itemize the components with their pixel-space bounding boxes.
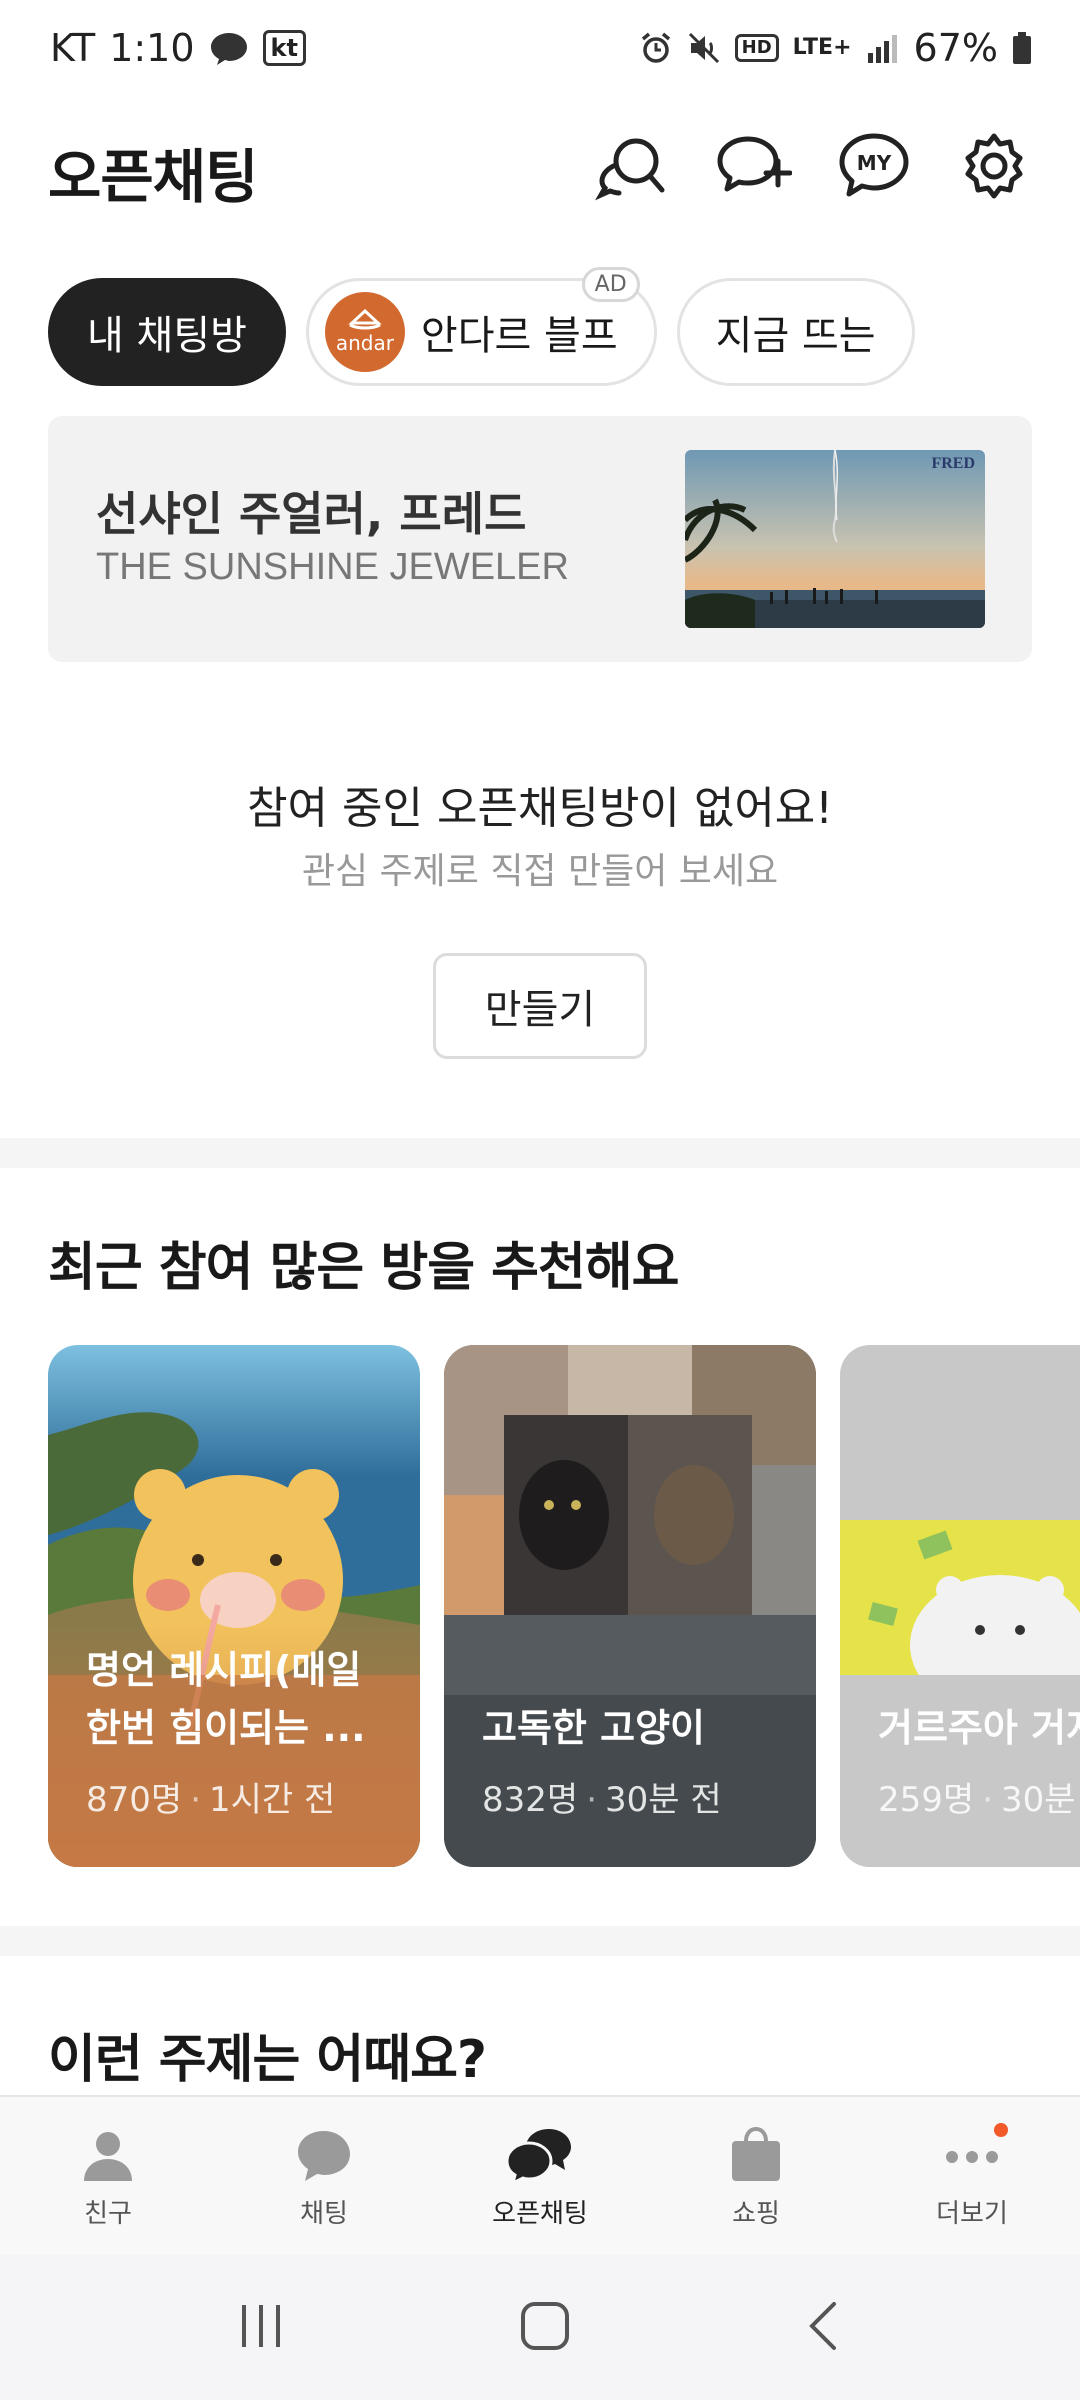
banner-subtitle: THE SUNSHINE JEWELER bbox=[96, 546, 569, 588]
nav-shopping-label: 쇼핑 bbox=[732, 2199, 780, 2229]
battery-percent: 67% bbox=[913, 26, 998, 70]
nav-openchat[interactable]: 오픈채팅 bbox=[432, 2097, 648, 2255]
battery-icon bbox=[1012, 32, 1032, 64]
my-profile-icon[interactable]: MY bbox=[834, 126, 914, 206]
page-title: 오픈채팅 bbox=[48, 143, 258, 211]
talk-bubble-icon bbox=[209, 31, 249, 65]
signal-icon bbox=[866, 33, 900, 63]
card-time: 30분 전 bbox=[1001, 1780, 1080, 1820]
card-meta: 259명·30분 전 bbox=[878, 1772, 1080, 1821]
create-chat-icon[interactable] bbox=[712, 126, 792, 206]
back-icon[interactable] bbox=[804, 2300, 844, 2356]
nav-more-label: 더보기 bbox=[936, 2199, 1008, 2229]
recommend-card-list: 명언 레시피(매일 한번 힘이되는 ... 870명 · 1시간 전 고독한 고… bbox=[48, 1345, 1080, 1867]
bottom-nav: 친구 채팅 오픈채팅 쇼핑 더보기 bbox=[0, 2095, 1080, 2255]
notification-dot bbox=[994, 2123, 1008, 2137]
create-room-button[interactable]: 만들기 bbox=[433, 953, 647, 1059]
recommend-section-title: 최근 참여 많은 방을 추천해요 bbox=[48, 1238, 679, 1298]
shopping-bag-icon bbox=[732, 2127, 780, 2181]
hd-badge: HD bbox=[734, 34, 779, 62]
time-label: 1:10 bbox=[109, 26, 195, 70]
card-title: 명언 레시피(매일 한번 힘이되는 ... bbox=[86, 1648, 366, 1750]
card-members: 870명 bbox=[86, 1780, 183, 1820]
nav-more[interactable]: 더보기 bbox=[864, 2097, 1080, 2255]
search-icon[interactable] bbox=[590, 126, 670, 206]
carrier-badge: kt bbox=[262, 30, 306, 66]
nav-chats-label: 채팅 bbox=[300, 2199, 348, 2229]
banner-title: 선샤인 주얼러, 프레드 bbox=[96, 487, 527, 541]
card-members: 259명 bbox=[878, 1780, 975, 1820]
room-card[interactable]: 고독한 고양이 832명 · 30분 전 bbox=[444, 1345, 816, 1867]
andar-logo: andar bbox=[324, 292, 405, 372]
card-title: 고독한 고양이 bbox=[482, 1706, 705, 1750]
andar-logo-text: andar bbox=[335, 331, 394, 355]
card-time: 1시간 전 bbox=[209, 1780, 336, 1820]
nav-friends[interactable]: 친구 bbox=[0, 2097, 216, 2255]
topics-section-title: 이런 주제는 어때요? bbox=[48, 2030, 487, 2090]
banner-image: FRED bbox=[685, 450, 985, 628]
empty-state-subtitle: 관심 주제로 직접 만들어 보세요 bbox=[301, 851, 779, 892]
fred-brand: FRED bbox=[931, 455, 975, 472]
card-meta: 870명 · 1시간 전 bbox=[86, 1780, 336, 1820]
card-members: 832명 bbox=[482, 1780, 579, 1820]
chip-row: 내 채팅방 andar 안다르 블프 AD 지금 뜨는 bbox=[48, 267, 915, 386]
chip-trending[interactable]: 지금 뜨는 bbox=[676, 278, 915, 386]
room-card[interactable]: 거르주아 거지 259명·30분 전 bbox=[840, 1345, 1080, 1867]
ad-banner[interactable]: 선샤인 주얼러, 프레드 THE SUNSHINE JEWELER FRED bbox=[48, 416, 1032, 662]
alarm-icon bbox=[639, 31, 673, 65]
card-title: 거르주아 거지 bbox=[878, 1706, 1080, 1750]
chip-trending-label: 지금 뜨는 bbox=[715, 313, 876, 359]
empty-state-title: 참여 중인 오픈채팅방이 없어요! bbox=[247, 783, 833, 834]
chip-my-rooms-label: 내 채팅방 bbox=[87, 313, 247, 359]
person-icon bbox=[84, 2132, 132, 2181]
section-divider bbox=[0, 1926, 1080, 1956]
ad-badge: AD bbox=[581, 267, 640, 302]
chip-ad-label: 안다르 블프 bbox=[420, 313, 618, 359]
status-bar: KT 1:10 kt HD LTE+ 67% bbox=[0, 0, 1080, 96]
recent-apps-icon[interactable] bbox=[236, 2301, 286, 2355]
nav-friends-label: 친구 bbox=[84, 2199, 132, 2229]
home-icon[interactable] bbox=[519, 2300, 571, 2356]
section-divider bbox=[0, 1138, 1080, 1168]
settings-gear-icon[interactable] bbox=[954, 126, 1034, 206]
carrier-label: KT bbox=[50, 26, 96, 70]
mute-icon bbox=[687, 31, 721, 65]
chip-my-rooms[interactable]: 내 채팅방 bbox=[48, 278, 286, 386]
nav-shopping[interactable]: 쇼핑 bbox=[648, 2097, 864, 2255]
card-time: 30분 전 bbox=[605, 1780, 722, 1820]
openchat-icon bbox=[505, 2129, 571, 2183]
more-dots-icon bbox=[946, 2151, 998, 2163]
network-label: LTE+ bbox=[792, 35, 852, 60]
chip-ad-andar[interactable]: andar 안다르 블프 AD bbox=[305, 267, 657, 386]
app-header: 오픈채팅 MY bbox=[0, 120, 1080, 220]
nav-openchat-label: 오픈채팅 bbox=[492, 2199, 588, 2229]
card-meta: 832명 · 30분 전 bbox=[482, 1780, 722, 1820]
svg-text:MY: MY bbox=[857, 151, 892, 175]
chat-bubble-icon bbox=[298, 2131, 350, 2181]
system-nav-bar bbox=[0, 2255, 1080, 2400]
room-card[interactable]: 명언 레시피(매일 한번 힘이되는 ... 870명 · 1시간 전 bbox=[48, 1345, 420, 1867]
nav-chats[interactable]: 채팅 bbox=[216, 2097, 432, 2255]
